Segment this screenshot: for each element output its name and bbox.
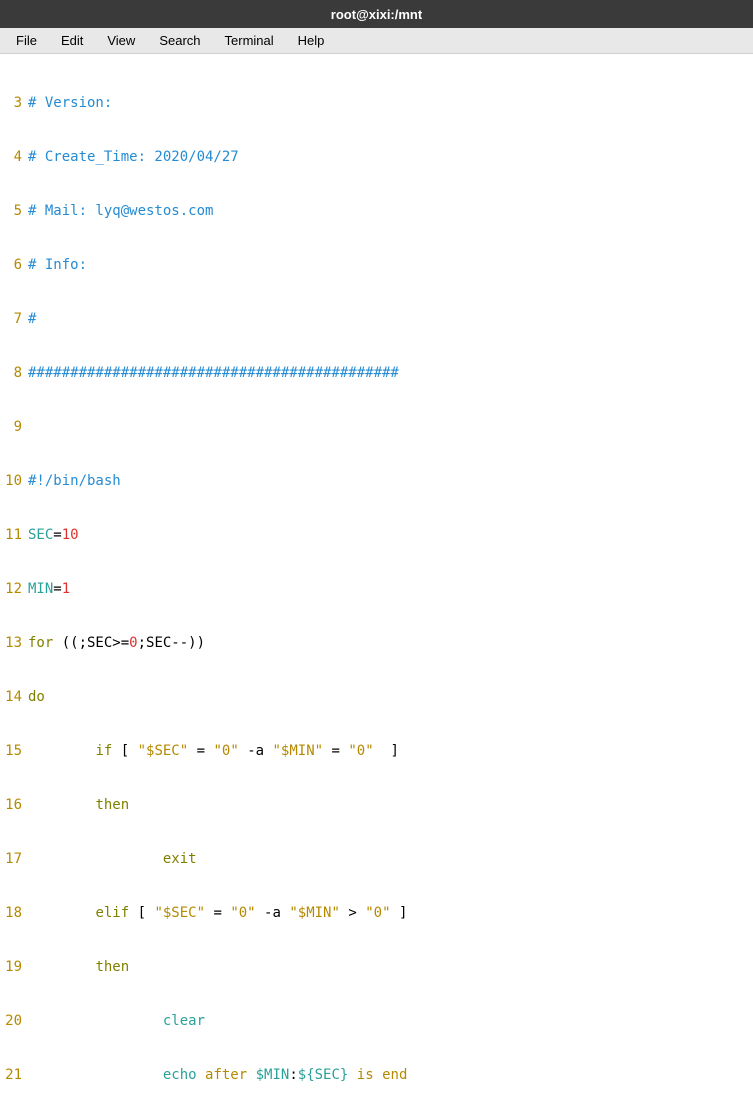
line-number: 18 (0, 904, 28, 922)
menu-terminal[interactable]: Terminal (213, 29, 286, 52)
code-line: MIN=1 (28, 580, 753, 598)
line-number: 3 (0, 94, 28, 112)
code-line: #!/bin/bash (28, 472, 753, 490)
menu-edit[interactable]: Edit (49, 29, 95, 52)
code-line: echo after $MIN:${SEC} is end (28, 1066, 753, 1084)
menu-help[interactable]: Help (286, 29, 337, 52)
code-line: for ((;SEC>=0;SEC--)) (28, 634, 753, 652)
line-number: 19 (0, 958, 28, 976)
code-line: SEC=10 (28, 526, 753, 544)
window-title: root@xixi:/mnt (331, 7, 422, 22)
line-number: 17 (0, 850, 28, 868)
line-number: 8 (0, 364, 28, 382)
line-number: 5 (0, 202, 28, 220)
code-line: do (28, 688, 753, 706)
line-number: 20 (0, 1012, 28, 1030)
code-line: then (28, 958, 753, 976)
line-number: 16 (0, 796, 28, 814)
line-number: 14 (0, 688, 28, 706)
line-number: 21 (0, 1066, 28, 1084)
line-number: 7 (0, 310, 28, 328)
line-number: 6 (0, 256, 28, 274)
line-number: 12 (0, 580, 28, 598)
code-editor[interactable]: 3# Version: 4# Create_Time: 2020/04/27 5… (0, 54, 753, 1114)
line-number: 11 (0, 526, 28, 544)
code-line: if [ "$SEC" = "0" -a "$MIN" = "0" ] (28, 742, 753, 760)
code-line: # Mail: lyq@westos.com (28, 202, 753, 220)
line-number: 10 (0, 472, 28, 490)
code-line: elif [ "$SEC" = "0" -a "$MIN" > "0" ] (28, 904, 753, 922)
code-line: # Version: (28, 94, 753, 112)
code-line: then (28, 796, 753, 814)
code-line: clear (28, 1012, 753, 1030)
code-line: # Info: (28, 256, 753, 274)
menu-file[interactable]: File (4, 29, 49, 52)
menubar: File Edit View Search Terminal Help (0, 28, 753, 54)
code-line: exit (28, 850, 753, 868)
code-line: # (28, 310, 753, 328)
menu-search[interactable]: Search (147, 29, 212, 52)
menu-view[interactable]: View (95, 29, 147, 52)
line-number: 9 (0, 418, 28, 436)
line-number: 4 (0, 148, 28, 166)
code-line: ########################################… (28, 364, 753, 382)
line-number: 15 (0, 742, 28, 760)
code-line: # Create_Time: 2020/04/27 (28, 148, 753, 166)
line-number: 13 (0, 634, 28, 652)
code-line (28, 418, 753, 436)
window-titlebar: root@xixi:/mnt (0, 0, 753, 28)
